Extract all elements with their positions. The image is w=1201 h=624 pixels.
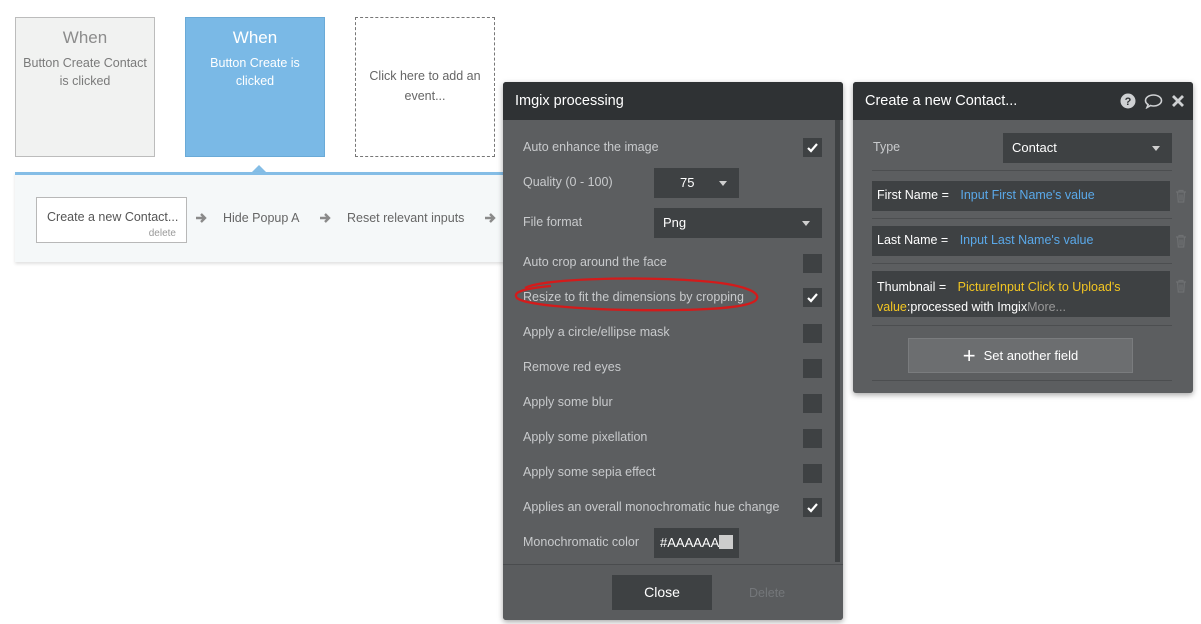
event-title: When — [62, 28, 108, 47]
action-label: Create a new Contact... — [47, 210, 179, 224]
add-event-label: Click here to add an event... — [369, 69, 481, 103]
field-first-name[interactable]: First Name = Input First Name's value — [872, 181, 1170, 211]
arrow-right-icon — [320, 213, 331, 223]
checkmark-icon — [807, 293, 818, 303]
action-delete-link[interactable]: delete — [149, 228, 176, 239]
monochrome-label: Applies an overall monochromatic hue cha… — [523, 500, 780, 514]
auto-crop-checkbox[interactable] — [803, 254, 822, 273]
create-contact-panel: Create a new Contact... ? Type Contact F… — [853, 82, 1193, 393]
svg-text:?: ? — [1125, 96, 1132, 108]
red-eyes-checkbox[interactable] — [803, 359, 822, 378]
mono-color-value: #AAAAAA — [660, 535, 720, 550]
panel-title: Imgix processing — [503, 82, 843, 120]
event-title: When — [232, 28, 278, 47]
type-label: Type — [873, 140, 901, 154]
more-link[interactable]: More... — [1027, 300, 1066, 314]
chevron-down-icon — [719, 181, 727, 186]
action-create-contact[interactable]: Create a new Contact... delete — [36, 197, 187, 243]
field-name: First Name = — [877, 188, 949, 202]
scrollbar[interactable] — [835, 120, 840, 562]
file-format-label: File format — [523, 215, 583, 229]
action-hide-popup[interactable]: Hide Popup A — [223, 211, 299, 225]
close-button[interactable]: Close — [612, 575, 712, 610]
file-format-value: Png — [663, 215, 687, 230]
blur-label: Apply some blur — [523, 395, 613, 409]
trash-icon[interactable] — [1175, 234, 1187, 248]
help-icon[interactable]: ? — [1120, 93, 1136, 109]
divider — [872, 218, 1172, 219]
blur-checkbox[interactable] — [803, 394, 822, 413]
arrow-right-icon — [485, 213, 496, 223]
mono-color-label: Monochromatic color — [523, 535, 640, 549]
workflow-actions-bar: Create a new Contact... delete Hide Popu… — [15, 172, 535, 262]
divider — [872, 263, 1172, 264]
chevron-down-icon — [1152, 146, 1160, 151]
action-reset-inputs[interactable]: Reset relevant inputs — [347, 211, 464, 225]
field-value[interactable]: Input Last Name's value — [960, 233, 1094, 247]
type-value: Contact — [1012, 140, 1057, 155]
sepia-checkbox[interactable] — [803, 464, 822, 483]
circle-mask-label: Apply a circle/ellipse mask — [523, 325, 670, 339]
resize-crop-checkbox[interactable] — [803, 288, 822, 307]
panel-header: Create a new Contact... ? — [853, 82, 1193, 120]
monochrome-checkbox[interactable] — [803, 498, 822, 517]
red-annotation-circle — [514, 277, 759, 312]
chevron-down-icon — [802, 221, 810, 226]
checkmark-icon — [807, 143, 818, 153]
imgix-processing-panel: Imgix processing Auto enhance the image … — [503, 82, 843, 620]
quality-dropdown[interactable]: 75 — [654, 168, 739, 198]
circle-mask-checkbox[interactable] — [803, 324, 822, 343]
pixellation-label: Apply some pixellation — [523, 430, 648, 444]
red-eyes-label: Remove red eyes — [523, 360, 621, 374]
event-subtitle: Button Create is clicked — [210, 56, 300, 88]
trash-icon[interactable] — [1175, 189, 1187, 203]
auto-enhance-label: Auto enhance the image — [523, 140, 659, 154]
field-thumbnail[interactable]: Thumbnail = PictureInput Click to Upload… — [872, 271, 1170, 317]
delete-button[interactable]: Delete — [749, 586, 785, 600]
type-dropdown[interactable]: Contact — [1003, 133, 1172, 163]
comment-icon[interactable] — [1144, 93, 1163, 109]
divider — [872, 380, 1172, 381]
event-subtitle: Button Create Contact is clicked — [23, 56, 147, 88]
quality-label: Quality (0 - 100) — [523, 175, 613, 189]
panel-footer: Close Delete — [503, 564, 843, 620]
add-event-card[interactable]: Click here to add an event... — [355, 17, 495, 157]
file-format-dropdown[interactable]: Png — [654, 208, 822, 238]
color-swatch[interactable] — [719, 535, 733, 549]
arrow-right-icon — [196, 213, 207, 223]
auto-enhance-checkbox[interactable] — [803, 138, 822, 157]
event-card-create-selected[interactable]: When Button Create is clicked — [185, 17, 325, 157]
divider — [872, 170, 1172, 171]
set-another-label: Set another field — [983, 348, 1079, 363]
field-last-name[interactable]: Last Name = Input Last Name's value — [872, 226, 1170, 256]
set-another-field-button[interactable]: + Set another field — [908, 338, 1133, 373]
sepia-label: Apply some sepia effect — [523, 465, 656, 479]
panel-title: Create a new Contact... — [865, 93, 1018, 109]
pixellation-checkbox[interactable] — [803, 429, 822, 448]
event-card-create-contact[interactable]: When Button Create Contact is clicked — [15, 17, 155, 157]
plus-icon: + — [962, 343, 976, 368]
field-operator[interactable]: :processed with Imgix — [907, 300, 1027, 314]
mono-color-input[interactable]: #AAAAAA — [654, 528, 739, 558]
divider — [872, 325, 1172, 326]
field-name: Last Name = — [877, 233, 949, 247]
close-icon[interactable] — [1171, 94, 1185, 108]
trash-icon[interactable] — [1175, 279, 1187, 293]
auto-crop-label: Auto crop around the face — [523, 255, 667, 269]
field-value[interactable]: Input First Name's value — [960, 188, 1094, 202]
checkmark-icon — [807, 503, 818, 513]
quality-value: 75 — [680, 175, 695, 190]
field-name: Thumbnail = — [877, 280, 947, 294]
